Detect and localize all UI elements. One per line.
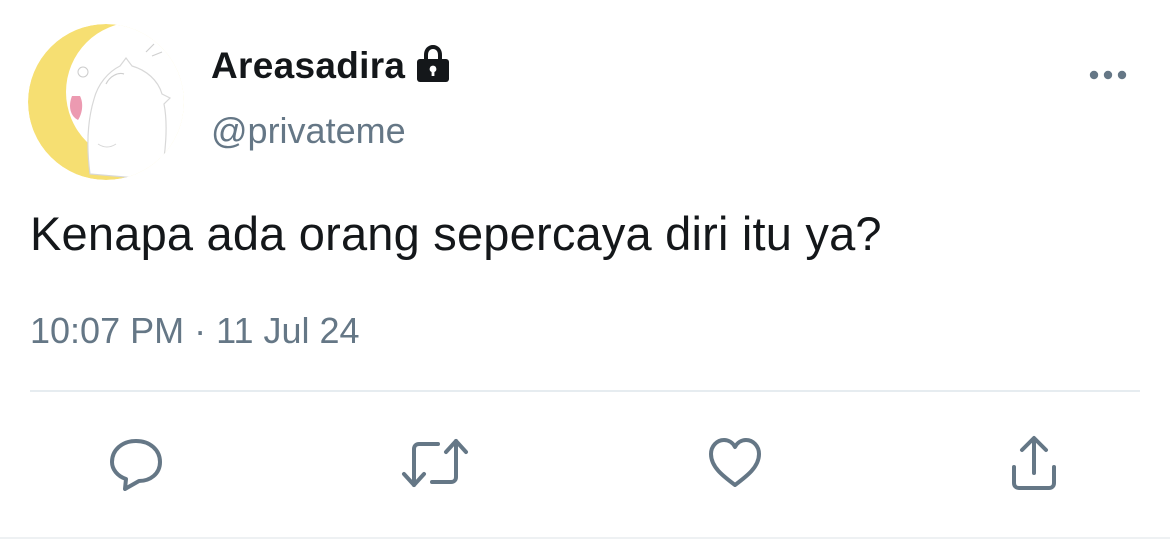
divider [30, 390, 1140, 392]
reply-button[interactable] [101, 428, 171, 498]
tweet-time: 10:07 PM [30, 310, 185, 351]
meta-separator: · [194, 310, 207, 351]
author-name-row: Areasadira [211, 40, 451, 92]
lock-icon [415, 44, 451, 84]
reply-icon [110, 439, 162, 491]
retweet-button[interactable] [400, 428, 470, 498]
tweet-timestamp[interactable]: 10:07 PM · 11 Jul 24 [30, 310, 360, 352]
share-button[interactable] [999, 428, 1069, 498]
avatar-image [28, 24, 184, 180]
like-button[interactable] [700, 428, 770, 498]
heart-icon [709, 438, 761, 487]
tweet-date: 11 Jul 24 [216, 310, 360, 351]
user-handle[interactable]: @privateme [211, 110, 406, 152]
display-name[interactable]: Areasadira [211, 45, 405, 87]
retweet-icon [402, 439, 468, 487]
tweet-text: Kenapa ada orang sepercaya diri itu ya? [30, 207, 882, 260]
more-dots-icon [1089, 70, 1127, 80]
avatar[interactable] [28, 24, 184, 180]
more-options-button[interactable] [1082, 58, 1134, 92]
bottom-border [0, 537, 1170, 539]
share-icon [1012, 436, 1056, 490]
